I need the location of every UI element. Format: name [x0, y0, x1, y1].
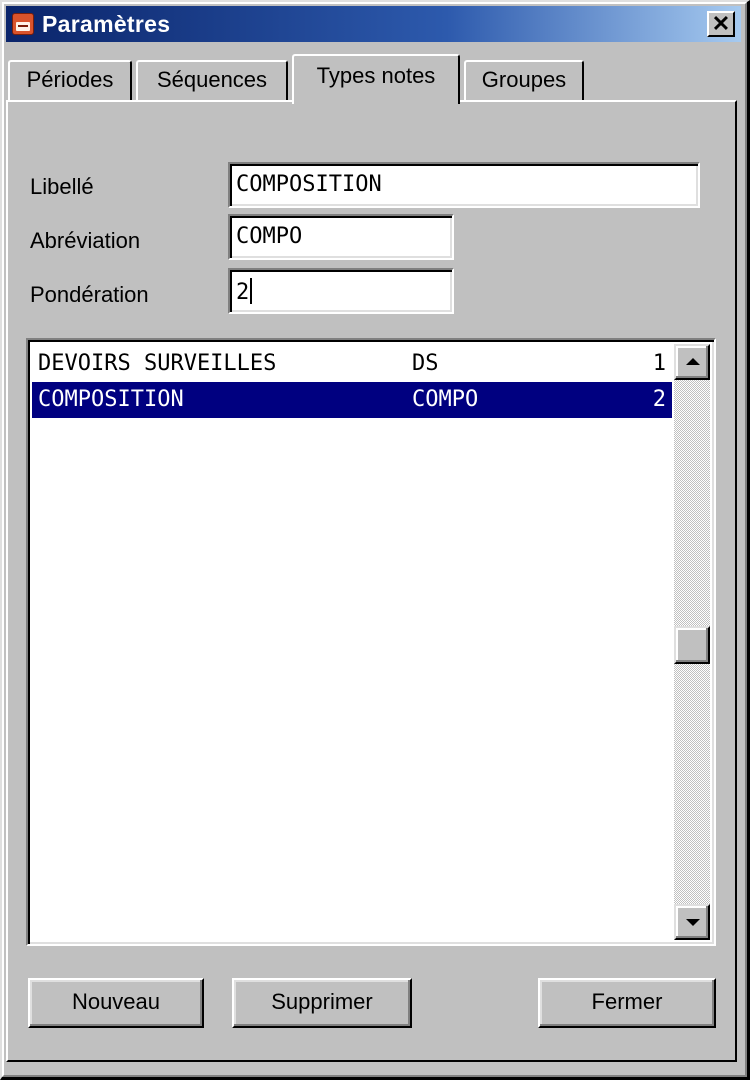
list-item-libelle: COMPOSITION	[38, 387, 184, 412]
abreviation-label: Abréviation	[30, 228, 141, 253]
libelle-input[interactable]: COMPOSITION	[228, 162, 700, 208]
supprimer-button[interactable]: Supprimer	[232, 978, 412, 1028]
app-icon	[12, 13, 34, 35]
list-item-libelle: DEVOIRS SURVEILLES	[38, 351, 277, 376]
tab-groupes[interactable]: Groupes	[464, 60, 584, 100]
ponderation-label: Pondération	[30, 282, 149, 307]
tab-strip: Périodes Séquences Types notes Groupes	[8, 54, 738, 104]
tab-periodes[interactable]: Périodes	[8, 60, 132, 100]
list-item-ponderation: 2	[652, 387, 666, 412]
ponderation-input[interactable]: 2	[228, 268, 454, 314]
arrow-down-icon	[686, 919, 700, 926]
abreviation-input[interactable]: COMPO	[228, 214, 454, 260]
ponderation-value: 2	[236, 280, 250, 305]
nouveau-button[interactable]: Nouveau	[28, 978, 204, 1028]
arrow-up-icon	[686, 358, 700, 365]
list-item-abreviation: COMPO	[412, 387, 479, 412]
tab-sequences[interactable]: Séquences	[136, 60, 288, 100]
close-button[interactable]: ✕	[707, 11, 735, 37]
libelle-value: COMPOSITION	[236, 172, 382, 197]
list-item[interactable]: DEVOIRS SURVEILLES DS 1	[32, 346, 672, 382]
parametres-window: Paramètres ✕ Périodes Séquences Types no…	[0, 0, 750, 1080]
close-icon: ✕	[711, 11, 731, 36]
scroll-up-button[interactable]	[674, 344, 710, 380]
list-item-ponderation: 1	[652, 351, 666, 376]
scroll-thumb[interactable]	[674, 626, 710, 664]
tab-types-notes[interactable]: Types notes	[292, 54, 460, 104]
libelle-label: Libellé	[30, 174, 94, 199]
window-title: Paramètres	[42, 11, 171, 37]
title-bar[interactable]: Paramètres ✕	[6, 6, 741, 42]
fermer-button[interactable]: Fermer	[538, 978, 716, 1028]
text-caret	[250, 278, 253, 304]
list-item-selected[interactable]: COMPOSITION COMPO 2	[32, 382, 672, 418]
types-notes-list[interactable]: DEVOIRS SURVEILLES DS 1 COMPOSITION COMP…	[26, 338, 716, 946]
vertical-scrollbar[interactable]	[674, 344, 710, 940]
scroll-down-button[interactable]	[674, 904, 710, 940]
list-item-abreviation: DS	[412, 351, 439, 376]
abreviation-value: COMPO	[236, 224, 303, 249]
